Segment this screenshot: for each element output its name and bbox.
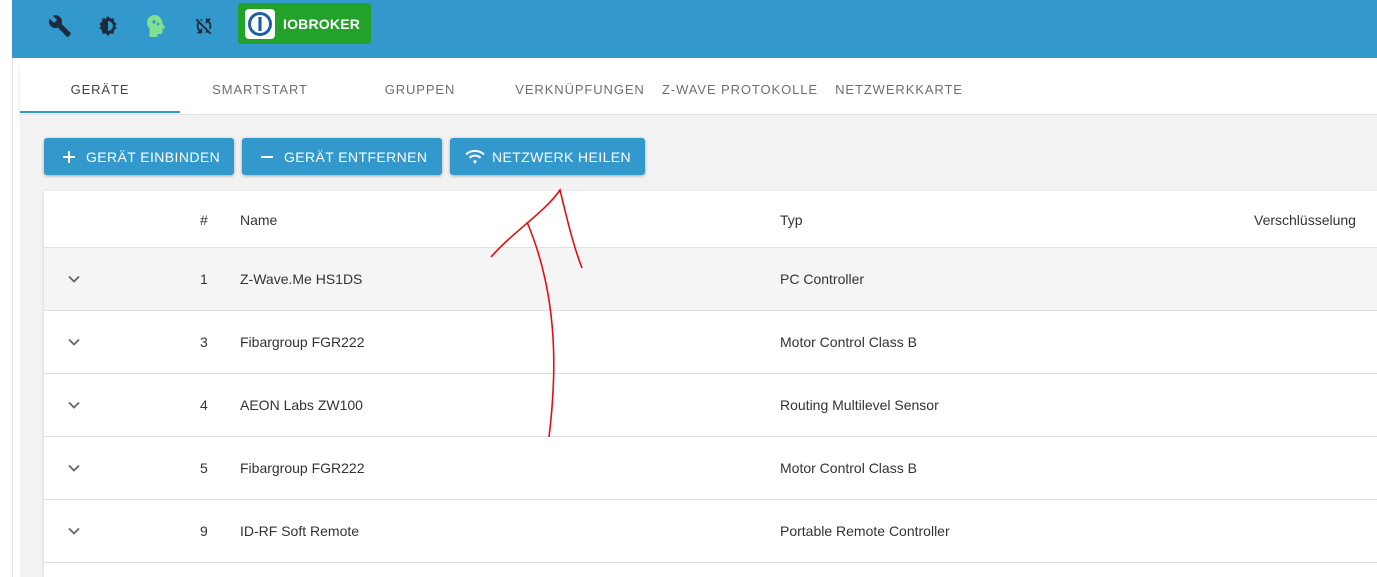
table-row[interactable]: 3 Fibargroup FGR222 Motor Control Class …: [44, 311, 1377, 374]
tab-smartstart[interactable]: SMARTSTART: [180, 64, 340, 114]
row-type: PC Controller: [780, 271, 865, 287]
remove-device-label: GERÄT ENTFERNEN: [284, 148, 428, 165]
brand-name: IOBROKER: [283, 15, 361, 32]
include-device-label: GERÄT EINBINDEN: [86, 148, 221, 165]
row-type: Motor Control Class B: [780, 334, 917, 350]
chevron-down-icon[interactable]: [66, 334, 82, 350]
row-id: 1: [200, 271, 208, 287]
minus-icon: [257, 147, 277, 167]
iobroker-logo-icon: [245, 8, 275, 39]
tab-zwave-protokolle[interactable]: Z-WAVE PROTOKOLLE: [658, 64, 822, 114]
header-name[interactable]: Name: [240, 212, 277, 228]
plus-icon: [59, 147, 79, 167]
chevron-down-icon[interactable]: [66, 523, 82, 539]
row-name: Fibargroup FGR222: [240, 460, 365, 476]
iobroker-brand[interactable]: IOBROKER: [238, 3, 371, 44]
tab-verknuepfungen[interactable]: VERKNÜPFUNGEN: [508, 64, 652, 114]
chevron-down-icon[interactable]: [66, 460, 82, 476]
active-tab-indicator: [20, 111, 180, 113]
row-type: Portable Remote Controller: [780, 523, 950, 539]
row-name: AEON Labs ZW100: [240, 397, 363, 413]
row-id: 3: [200, 334, 208, 350]
include-device-button[interactable]: GERÄT EINBINDEN: [44, 138, 234, 175]
row-name: Z-Wave.Me HS1DS: [240, 271, 363, 287]
device-table: # Name Typ Verschlüsselung 1 Z-Wave.Me H…: [44, 191, 1377, 577]
left-divider: [12, 58, 13, 577]
row-id: 4: [200, 397, 208, 413]
table-row[interactable]: 9 ID-RF Soft Remote Portable Remote Cont…: [44, 500, 1377, 563]
tab-geraete[interactable]: GERÄTE: [20, 64, 180, 114]
tab-netzwerkkarte[interactable]: NETZWERKKARTE: [832, 64, 966, 114]
heal-network-button[interactable]: NETZWERK HEILEN: [450, 138, 645, 175]
wrench-icon[interactable]: [46, 12, 74, 40]
header-type[interactable]: Typ: [780, 212, 803, 228]
table-row[interactable]: 1 Z-Wave.Me HS1DS PC Controller: [44, 248, 1377, 311]
chevron-down-icon[interactable]: [66, 271, 82, 287]
tab-gruppen[interactable]: GRUPPEN: [340, 64, 500, 114]
row-type: Motor Control Class B: [780, 460, 917, 476]
wifi-settings-icon: [465, 147, 485, 167]
head-icon[interactable]: [142, 12, 170, 40]
row-name: ID-RF Soft Remote: [240, 523, 360, 539]
settings-icon[interactable]: [94, 12, 122, 40]
chevron-down-icon[interactable]: [66, 397, 82, 413]
sync-off-icon[interactable]: [190, 12, 218, 40]
top-bar: IOBROKER: [12, 0, 1377, 58]
table-row[interactable]: 5 Fibargroup FGR222 Motor Control Class …: [44, 437, 1377, 500]
row-id: 9: [200, 523, 208, 539]
row-type: Routing Multilevel Sensor: [780, 397, 939, 413]
row-id: 5: [200, 460, 208, 476]
heal-network-label: NETZWERK HEILEN: [492, 148, 632, 165]
header-encryption[interactable]: Verschlüsselung: [1254, 212, 1356, 228]
table-row[interactable]: 4 AEON Labs ZW100 Routing Multilevel Sen…: [44, 374, 1377, 437]
table-header: # Name Typ Verschlüsselung: [44, 191, 1377, 248]
header-id[interactable]: #: [200, 212, 208, 228]
tab-bar: GERÄTE SMARTSTART GRUPPEN VERKNÜPFUNGEN …: [20, 64, 1377, 115]
remove-device-button[interactable]: GERÄT ENTFERNEN: [242, 138, 442, 175]
row-name: Fibargroup FGR222: [240, 334, 365, 350]
